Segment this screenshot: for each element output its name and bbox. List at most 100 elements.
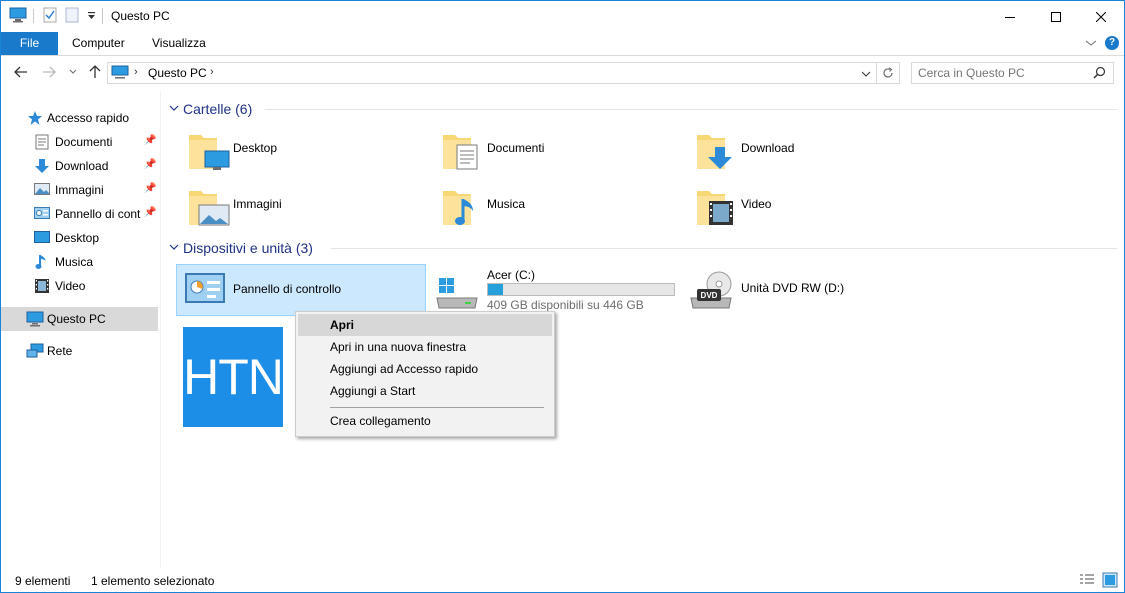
drive-c-usage-bar [487, 283, 675, 296]
sidebar-item-download[interactable]: Download 📌 [1, 154, 158, 178]
maximize-button[interactable] [1033, 1, 1079, 32]
menu-item-open[interactable]: Apri [298, 314, 552, 336]
device-tile-control-panel[interactable]: Pannello di controllo [176, 264, 426, 316]
folder-label: Download [741, 141, 795, 155]
minimize-button[interactable] [987, 1, 1033, 32]
folder-tile-download[interactable]: Download [689, 123, 939, 175]
back-arrow-icon[interactable] [13, 64, 29, 80]
pin-icon[interactable]: 📌 [144, 183, 156, 195]
this-pc-icon [26, 311, 44, 327]
refresh-button[interactable] [877, 62, 900, 84]
chevron-down-icon[interactable] [169, 104, 181, 115]
window-title: Questo PC [111, 9, 170, 23]
folder-label: Documenti [487, 141, 545, 155]
pin-icon[interactable]: 📌 [144, 159, 156, 171]
pin-icon[interactable]: 📌 [144, 135, 156, 147]
tab-file[interactable]: File [1, 32, 58, 55]
large-icons-view-icon[interactable] [1102, 572, 1118, 591]
address-history-chevron-icon[interactable] [861, 67, 871, 81]
customize-dropdown-icon[interactable] [87, 10, 96, 28]
sidebar-item-documents[interactable]: Documenti 📌 [1, 130, 158, 154]
sidebar-item-label: Desktop [55, 231, 100, 245]
group-divider [331, 248, 1117, 249]
recent-locations-chevron-icon[interactable] [65, 64, 81, 80]
devices-group-header[interactable]: Dispositivi e unità (3) [169, 239, 313, 257]
breadcrumb-this-pc[interactable]: Questo PC [148, 66, 207, 80]
hard-drive-windows-icon [435, 276, 479, 313]
devices-group-title: Dispositivi e unità (3) [183, 240, 313, 256]
sidebar-item-music[interactable]: Musica [1, 250, 158, 274]
this-pc-icon[interactable] [9, 7, 27, 25]
menu-item-open-new-window[interactable]: Apri in una nuova finestra [298, 336, 552, 358]
network-icon [26, 343, 44, 359]
menu-item-pin-start[interactable]: Aggiungi a Start [298, 380, 552, 402]
device-label: Pannello di controllo [233, 282, 342, 296]
group-divider [265, 109, 1117, 110]
tab-computer[interactable]: Computer [58, 32, 139, 55]
forward-arrow-icon[interactable] [41, 64, 57, 80]
minimize-icon [1005, 16, 1015, 18]
sidebar-item-network[interactable]: Rete [1, 339, 158, 363]
folder-label: Immagini [233, 197, 282, 211]
dvd-drive-icon: DVD [689, 270, 733, 313]
control-panel-icon [184, 272, 228, 311]
video-film-icon [34, 278, 50, 294]
address-bar[interactable]: › Questo PC › [107, 62, 877, 84]
tab-view[interactable]: Visualizza [138, 32, 220, 55]
search-box[interactable] [911, 62, 1114, 84]
folder-tile-music[interactable]: Musica [435, 179, 685, 231]
menu-item-label: Aggiungi a Start [330, 384, 416, 398]
properties-check-icon[interactable] [43, 7, 57, 25]
chevron-down-icon[interactable] [169, 243, 181, 254]
ribbon-tabs: File Computer Visualizza ? [1, 32, 1124, 56]
device-tile-dvd[interactable]: DVD Unità DVD RW (D:) [685, 264, 935, 314]
menu-separator [330, 407, 544, 408]
breadcrumb-separator-icon[interactable]: › [210, 66, 214, 78]
folders-group-header[interactable]: Cartelle (6) [169, 100, 252, 118]
sidebar-item-video[interactable]: Video [1, 274, 158, 298]
details-view-icon[interactable] [1079, 573, 1095, 590]
control-panel-icon [34, 206, 50, 222]
qa-divider [33, 9, 34, 23]
sidebar-item-desktop[interactable]: Desktop [1, 226, 158, 250]
new-folder-icon[interactable] [65, 7, 79, 25]
sidebar-item-label: Download [55, 159, 109, 173]
status-bar: 9 elementi 1 elemento selezionato [1, 569, 1124, 591]
pictures-folder-icon [187, 185, 231, 232]
search-icon[interactable] [1093, 66, 1106, 82]
sidebar-item-control-panel[interactable]: Pannello di cont 📌 [1, 202, 158, 226]
documents-folder-icon [441, 129, 485, 176]
context-menu: Apri Apri in una nuova finestra Aggiungi… [295, 311, 555, 437]
search-input[interactable] [918, 65, 1088, 81]
help-icon[interactable]: ? [1105, 36, 1119, 50]
sidebar-item-pictures[interactable]: Immagini 📌 [1, 178, 158, 202]
folder-tile-pictures[interactable]: Immagini [181, 179, 431, 231]
documents-icon [35, 134, 51, 150]
folder-tile-documents[interactable]: Documenti [435, 123, 685, 175]
close-icon [1096, 11, 1106, 22]
pin-icon[interactable]: 📌 [144, 207, 156, 219]
folder-label: Desktop [233, 141, 278, 155]
up-arrow-icon[interactable] [87, 64, 103, 80]
download-arrow-icon [34, 158, 50, 174]
quick-access-star-icon [27, 110, 43, 126]
menu-item-pin-quick-access[interactable]: Aggiungi ad Accesso rapido [298, 358, 552, 380]
folder-label: Video [741, 197, 772, 211]
folder-tile-video[interactable]: Video [689, 179, 939, 231]
item-count: 9 elementi [15, 574, 71, 588]
menu-item-create-shortcut[interactable]: Crea collegamento [298, 410, 552, 432]
drive-c-usage-fill [488, 284, 504, 295]
video-folder-icon [695, 185, 739, 232]
dvd-badge: DVD [701, 291, 718, 300]
sidebar-item-label: Musica [55, 255, 94, 269]
sidebar-item-label: Accesso rapido [47, 111, 130, 125]
close-button[interactable] [1078, 1, 1124, 32]
folder-tile-desktop[interactable]: Desktop [181, 123, 431, 175]
sidebar-item-quick-access[interactable]: Accesso rapido [1, 106, 158, 130]
qa-divider [102, 8, 103, 24]
ribbon-expand-chevron-icon[interactable] [1085, 37, 1097, 51]
music-folder-icon [441, 185, 485, 232]
sidebar-item-label: Pannello di cont [55, 207, 141, 221]
breadcrumb-separator-icon[interactable]: › [134, 66, 138, 78]
sidebar-item-this-pc[interactable]: Questo PC [1, 307, 158, 331]
